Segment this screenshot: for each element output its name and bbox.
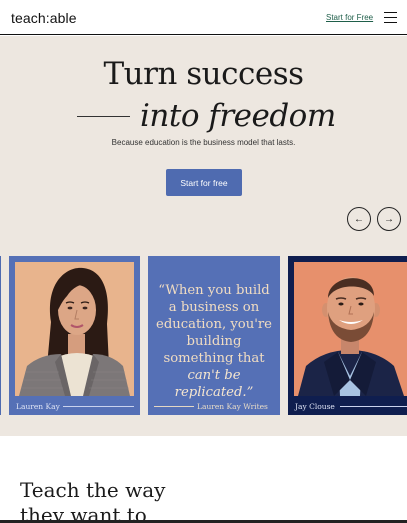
arrow-left-icon: ←: [354, 213, 364, 225]
card-caption-lauren-kay: Lauren Kay: [16, 402, 60, 411]
card-caption-lauren-kay-writes: Lauren Kay Writes: [197, 402, 268, 411]
hero-title-rule: [77, 116, 130, 117]
arrow-right-icon: →: [384, 213, 394, 225]
section-heading-line1: Teach the way: [20, 478, 166, 502]
carousel-prev-button[interactable]: ←: [347, 207, 371, 231]
testimonial-quote: “When you build a business on education,…: [154, 282, 274, 401]
hero-section: Turn success into freedom Because educat…: [0, 36, 407, 436]
card-caption-jay-clouse: Jay Clouse: [295, 402, 335, 411]
start-for-free-link[interactable]: Start for Free: [326, 13, 373, 22]
carousel-card-jay-clouse[interactable]: Jay Clouse: [288, 256, 407, 415]
hero-subtitle: Because education is the business model …: [111, 138, 296, 147]
jay-clouse-photo: [294, 262, 407, 396]
carousel-card-partial: [0, 256, 1, 415]
carousel-card-lauren-kay[interactable]: Lauren Kay: [9, 256, 140, 415]
carousel-next-button[interactable]: →: [377, 207, 401, 231]
start-for-free-button[interactable]: Start for free: [166, 169, 242, 196]
caption-divider: [340, 406, 407, 407]
teachable-logo[interactable]: teach:able: [11, 10, 77, 26]
teach-section: Teach the way they want to: [0, 436, 407, 523]
site-header: teach:able Start for Free: [0, 0, 407, 35]
caption-divider-left: [154, 406, 194, 407]
lauren-kay-photo: [15, 262, 134, 396]
carousel-card-quote[interactable]: “When you build a business on education,…: [148, 256, 280, 415]
quote-text-plain: “When you build a business on education,…: [156, 283, 272, 366]
quote-text-emphasis: can't be replicated.”: [174, 368, 254, 400]
section-heading: Teach the way they want to: [20, 478, 165, 523]
hero-title-line2: into freedom: [140, 98, 336, 134]
hero-title-line1: Turn success: [103, 56, 304, 92]
caption-divider: [63, 406, 134, 407]
hamburger-icon[interactable]: [384, 12, 397, 24]
